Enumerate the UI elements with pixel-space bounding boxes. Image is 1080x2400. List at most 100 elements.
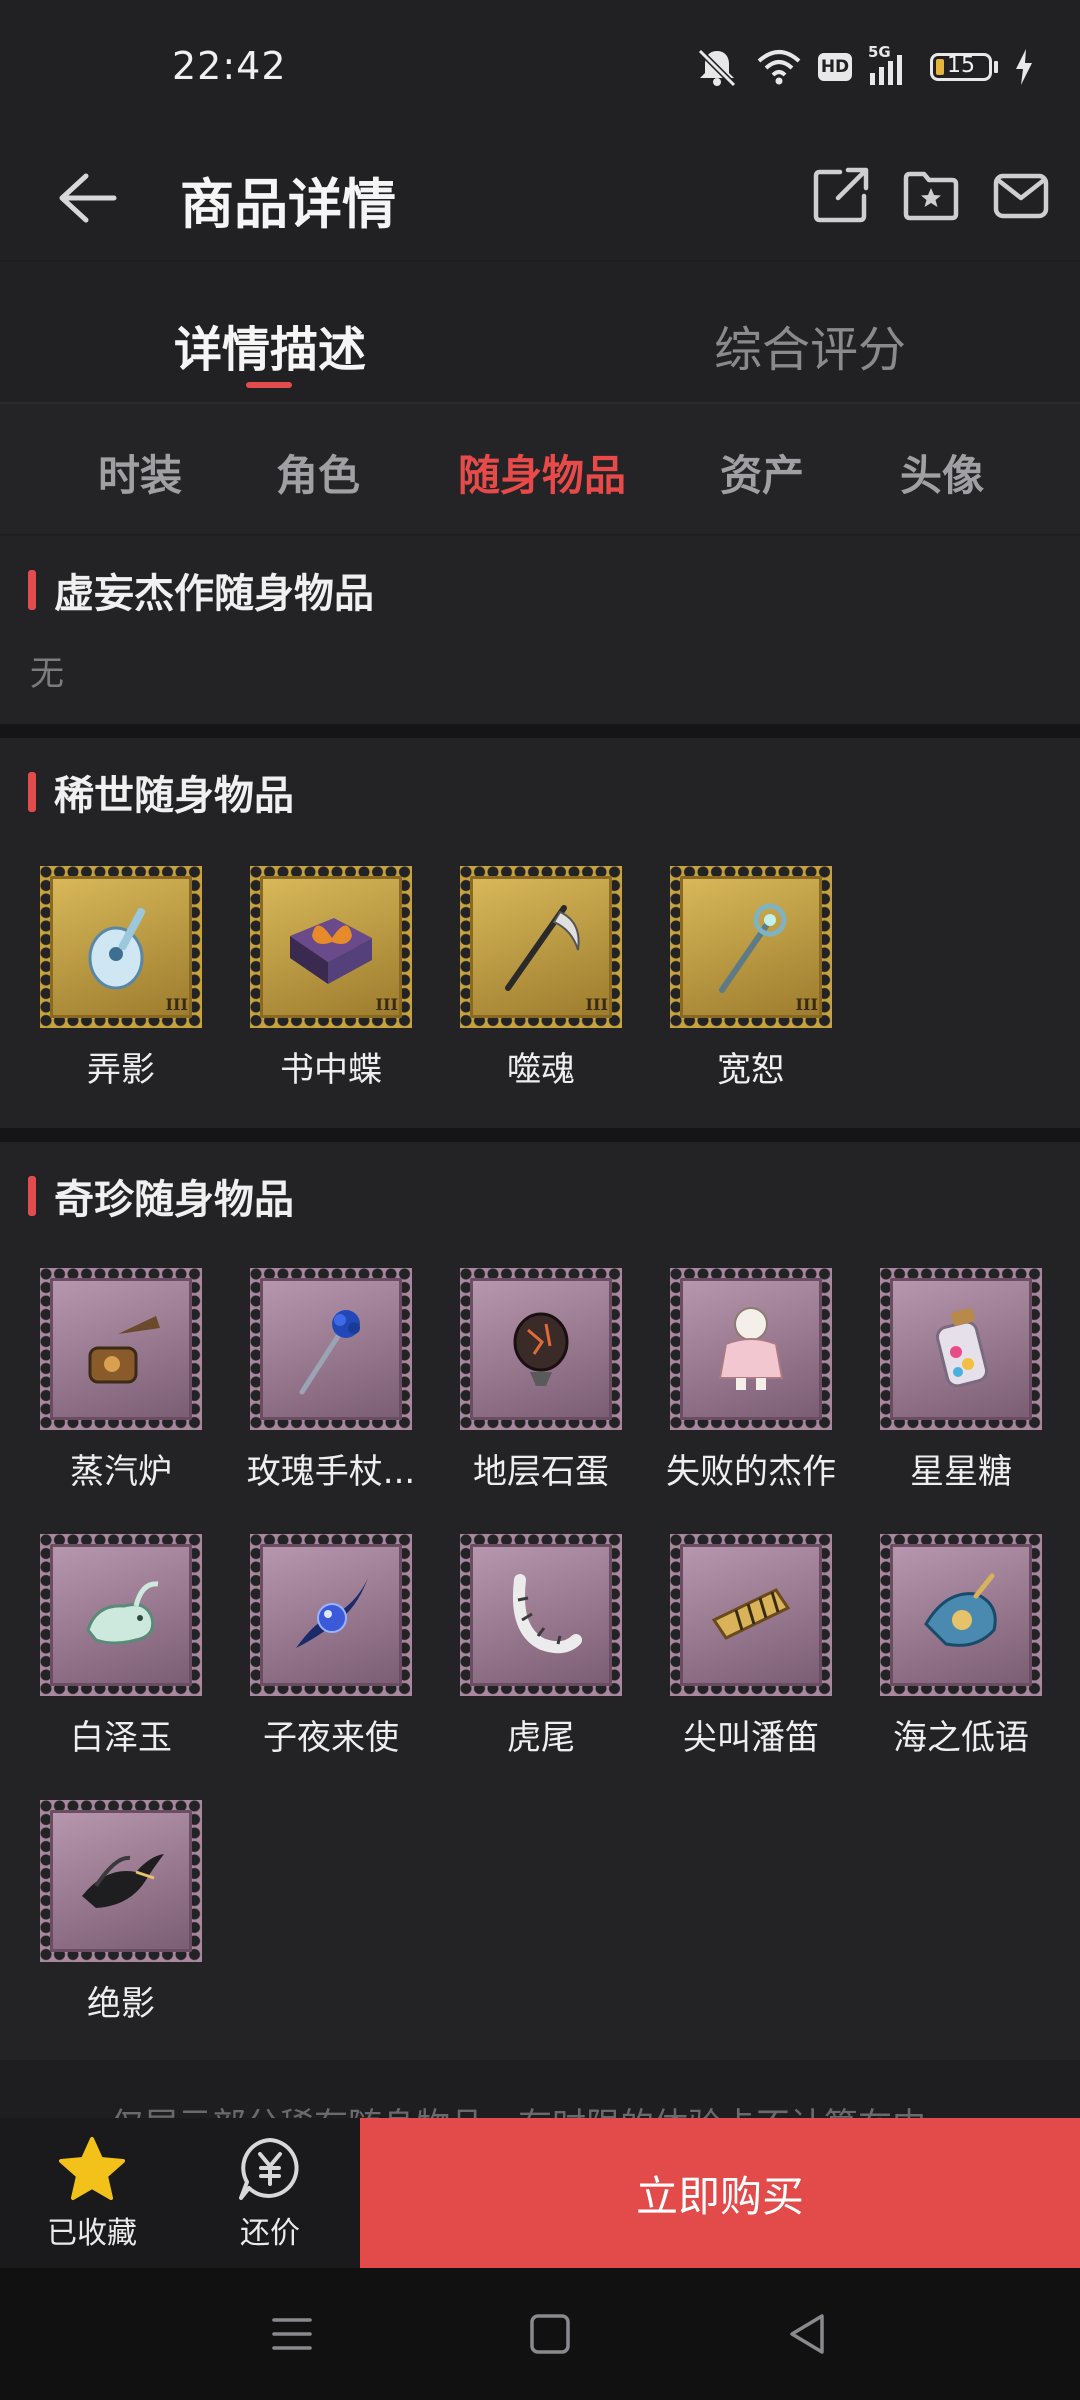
steam-furnace-icon bbox=[88, 1316, 160, 1384]
category-assets[interactable]: 资产 bbox=[720, 442, 804, 503]
item-stamp: III bbox=[670, 866, 832, 1028]
hd-icon: HD bbox=[818, 53, 852, 81]
candy-jar-icon bbox=[935, 1308, 989, 1388]
item-shihun[interactable]: III 噬魂 bbox=[456, 866, 626, 1091]
app-header: 商品详情 bbox=[0, 130, 1080, 260]
detail-tabs: 详情描述 综合评分 bbox=[0, 262, 1080, 404]
tab-details[interactable]: 详情描述 bbox=[174, 310, 366, 380]
item-kuanshu[interactable]: III 宽恕 bbox=[666, 866, 836, 1091]
tab-active-indicator bbox=[246, 382, 292, 388]
staff-icon bbox=[719, 903, 787, 993]
item-label: 噬魂 bbox=[507, 1050, 575, 1090]
item-stamp: III bbox=[40, 866, 202, 1028]
star-icon bbox=[59, 2137, 125, 2200]
section-title: 虚妄杰作随身物品 bbox=[28, 564, 374, 617]
item-stamp bbox=[40, 1268, 202, 1430]
section-divider bbox=[0, 724, 1080, 738]
category-avatar[interactable]: 头像 bbox=[900, 442, 984, 503]
doll-icon bbox=[718, 1307, 784, 1390]
item-stamp bbox=[250, 1268, 412, 1430]
item-stamp bbox=[880, 1268, 1042, 1430]
item-label: 虎尾 bbox=[507, 1718, 575, 1758]
yuan-bubble-icon bbox=[239, 2138, 299, 2200]
item-stamp bbox=[40, 1534, 202, 1696]
home-icon[interactable] bbox=[528, 2312, 572, 2356]
item-stamp bbox=[250, 1534, 412, 1696]
bargain-label: 还价 bbox=[240, 2216, 300, 2251]
bottom-action-bar: 已收藏 还价 立即购买 bbox=[0, 2118, 1080, 2268]
item-stamp bbox=[670, 1268, 832, 1430]
item-tiger-tail[interactable]: 虎尾 bbox=[456, 1534, 626, 1759]
item-label: 海之低语 bbox=[893, 1718, 1029, 1758]
bargain-button[interactable]: 还价 bbox=[200, 2136, 340, 2252]
category-filter: 时装 角色 随身物品 资产 头像 bbox=[0, 404, 1080, 534]
midnight-orb-icon bbox=[296, 1578, 368, 1648]
tiger-tail-icon bbox=[513, 1574, 582, 1654]
item-whisper-of-sea[interactable]: 海之低语 bbox=[876, 1534, 1046, 1759]
status-icons: HD 5G 15 bbox=[694, 42, 1034, 92]
status-time: 22:42 bbox=[172, 44, 287, 88]
tab-rating[interactable]: 综合评分 bbox=[714, 310, 906, 380]
category-fashion[interactable]: 时装 bbox=[98, 442, 182, 503]
section-title: 稀世随身物品 bbox=[28, 766, 294, 819]
battery-level: 15 bbox=[947, 53, 975, 78]
category-character[interactable]: 角色 bbox=[276, 442, 360, 503]
wifi-icon bbox=[757, 50, 801, 85]
item-nongying[interactable]: III 弄影 bbox=[36, 866, 206, 1091]
item-label: 失败的杰作 bbox=[666, 1452, 836, 1492]
item-label: 玫瑰手杖... bbox=[246, 1452, 416, 1492]
page-title: 商品详情 bbox=[180, 173, 396, 236]
item-stamp: III bbox=[250, 866, 412, 1028]
item-stamp bbox=[880, 1534, 1042, 1696]
instrument-icon bbox=[88, 907, 146, 990]
jade-beast-icon bbox=[86, 1581, 159, 1645]
item-label: 子夜来使 bbox=[263, 1718, 399, 1758]
favorite-button[interactable]: 已收藏 bbox=[22, 2136, 162, 2252]
section-title-text: 奇珍随身物品 bbox=[54, 1177, 294, 1223]
bird-icon bbox=[82, 1854, 164, 1908]
item-stamp bbox=[460, 1534, 622, 1696]
share-icon[interactable] bbox=[810, 164, 872, 226]
pan-flute-icon bbox=[711, 1588, 791, 1640]
item-stamp: III bbox=[460, 866, 622, 1028]
item-failed-masterpiece[interactable]: 失败的杰作 bbox=[666, 1268, 836, 1493]
back-arrow-icon[interactable] bbox=[52, 168, 122, 228]
item-midnight-envoy[interactable]: 子夜来使 bbox=[246, 1534, 416, 1759]
section-title-text: 稀世随身物品 bbox=[54, 773, 294, 819]
section-accent-bar bbox=[28, 1176, 36, 1216]
section-treasure: 奇珍随身物品 蒸汽炉 玫瑰手杖... 地层石蛋 失败的杰作 星星糖 白泽玉 子夜… bbox=[0, 1142, 1080, 2060]
item-label: 书中蝶 bbox=[280, 1050, 382, 1090]
seashell-icon bbox=[924, 1573, 997, 1647]
item-stone-egg[interactable]: 地层石蛋 bbox=[456, 1268, 626, 1493]
item-star-candy[interactable]: 星星糖 bbox=[876, 1268, 1046, 1493]
item-jueying[interactable]: 绝影 bbox=[36, 1800, 206, 2025]
section-masterpiece: 虚妄杰作随身物品 无 bbox=[0, 536, 1080, 724]
favorite-label: 已收藏 bbox=[47, 2216, 137, 2251]
rose-cane-icon bbox=[299, 1310, 360, 1395]
item-label: 蒸汽炉 bbox=[70, 1452, 172, 1492]
item-label: 星星糖 bbox=[910, 1452, 1012, 1492]
item-stamp bbox=[460, 1268, 622, 1430]
category-accessories[interactable]: 随身物品 bbox=[458, 442, 626, 503]
item-stamp bbox=[670, 1534, 832, 1696]
item-steam-furnace[interactable]: 蒸汽炉 bbox=[36, 1268, 206, 1493]
buy-now-button[interactable]: 立即购买 bbox=[360, 2118, 1080, 2268]
back-icon[interactable] bbox=[786, 2312, 830, 2356]
item-label: 地层石蛋 bbox=[473, 1452, 609, 1492]
item-shuzhongdie[interactable]: III 书中蝶 bbox=[246, 866, 416, 1091]
mail-icon[interactable] bbox=[990, 164, 1052, 226]
menu-icon[interactable] bbox=[270, 2312, 314, 2356]
item-screaming-panflute[interactable]: 尖叫潘笛 bbox=[666, 1534, 836, 1759]
item-rose-cane[interactable]: 玫瑰手杖... bbox=[246, 1268, 416, 1493]
favorite-folder-icon[interactable] bbox=[900, 164, 962, 226]
item-stamp bbox=[40, 1800, 202, 1962]
section-title-text: 虚妄杰作随身物品 bbox=[54, 571, 374, 617]
item-label: 弄影 bbox=[87, 1050, 155, 1090]
system-nav-bar bbox=[0, 2268, 1080, 2400]
item-baize-jade[interactable]: 白泽玉 bbox=[36, 1534, 206, 1759]
mute-icon bbox=[697, 48, 737, 87]
section-rare: 稀世随身物品 III 弄影 III 书中蝶 III 噬魂 III 宽恕 bbox=[0, 738, 1080, 1128]
scythe-icon bbox=[505, 905, 580, 991]
section-accent-bar bbox=[28, 772, 36, 812]
signal-5g-icon: 5G bbox=[868, 43, 914, 87]
